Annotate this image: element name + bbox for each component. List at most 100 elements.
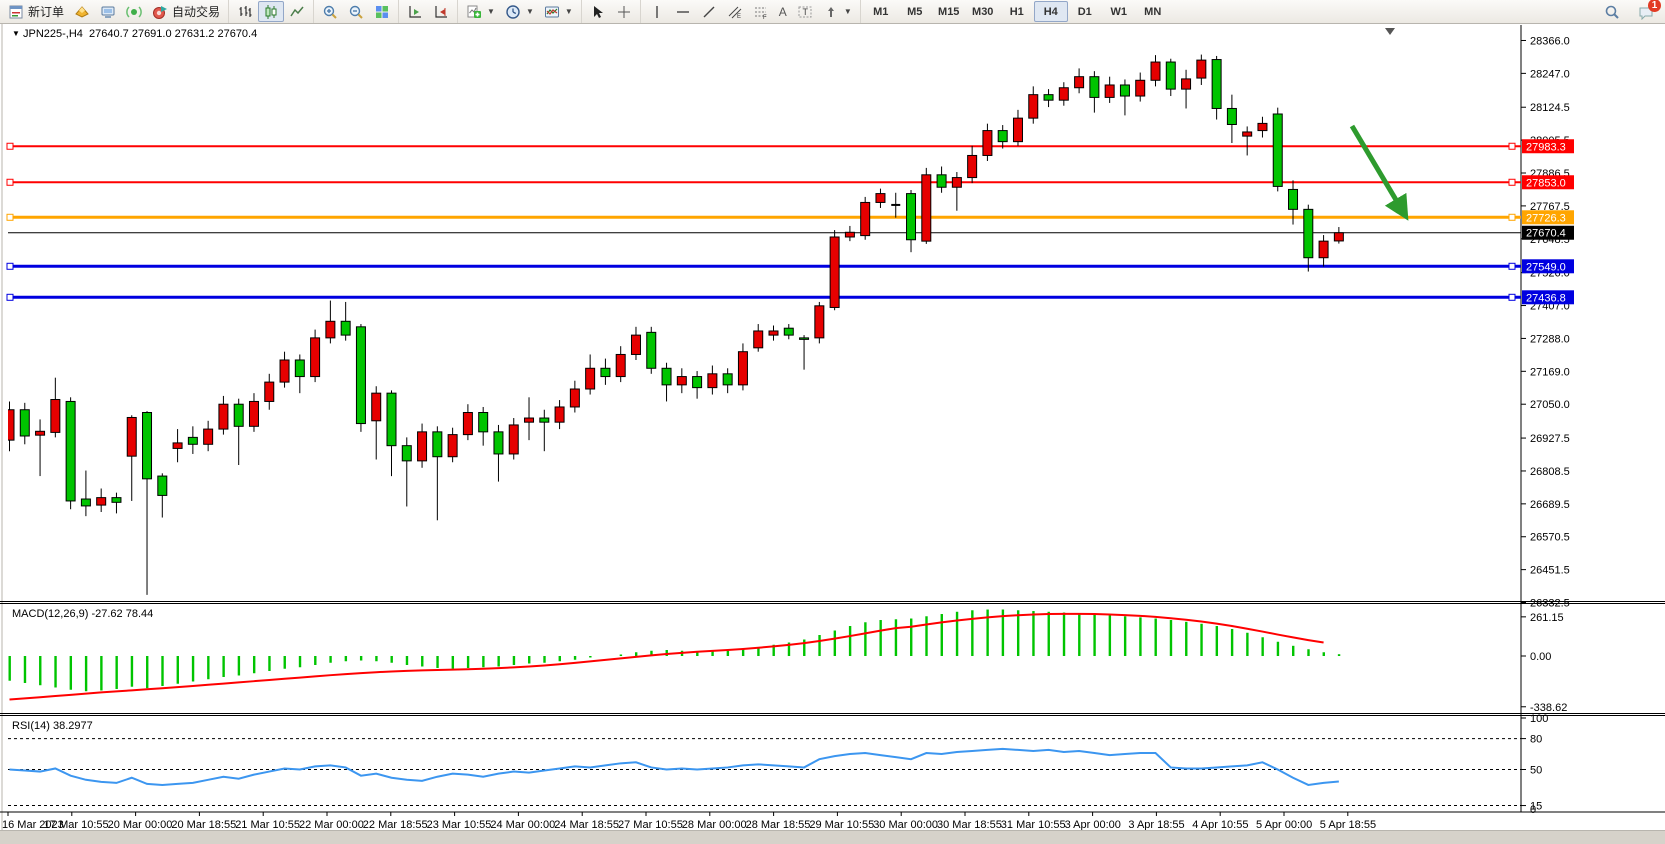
svg-text:50: 50 — [1530, 765, 1542, 777]
toolbar-group-objects: E F A T ▼ — [640, 0, 860, 23]
line-price-label: 27726.3 — [1522, 210, 1574, 224]
line-price-label: 27853.0 — [1522, 175, 1574, 189]
chart-shift-icon — [433, 4, 449, 20]
arrows-dropdown[interactable]: ▼ — [818, 1, 857, 22]
current-price-label: 27670.4 — [1522, 226, 1574, 240]
mt4-window: 新订单 自动交易 — [0, 0, 1665, 844]
window-bottom-strip — [0, 830, 1665, 844]
fibonacci-icon: F — [753, 4, 769, 20]
svg-text:26927.5: 26927.5 — [1530, 433, 1570, 445]
candlestick-icon — [263, 4, 279, 20]
zoom-out-button[interactable] — [343, 1, 369, 22]
timeframe-m1-button[interactable]: M1 — [864, 1, 898, 22]
notification-badge: 1 — [1648, 0, 1661, 12]
arrows-tool-icon — [823, 4, 839, 20]
chat-bubble-icon: 1 — [1638, 4, 1654, 20]
toolbar-group-chart-type — [228, 0, 313, 23]
timeframe-h4-button[interactable]: H4 — [1034, 1, 1068, 22]
svg-text:27436.8: 27436.8 — [1526, 292, 1566, 304]
svg-text:27050.0: 27050.0 — [1530, 399, 1570, 411]
svg-text:261.15: 261.15 — [1530, 612, 1564, 624]
fibonacci-button[interactable]: F — [748, 1, 774, 22]
svg-text:F: F — [763, 15, 767, 20]
search-icon — [1604, 4, 1620, 20]
new-order-label: 新订单 — [28, 3, 64, 20]
auto-trading-button[interactable]: 自动交易 — [147, 1, 225, 22]
auto-scroll-button[interactable] — [402, 1, 428, 22]
timeframe-mn-button[interactable]: MN — [1136, 1, 1170, 22]
svg-text:27726.3: 27726.3 — [1526, 212, 1566, 224]
timeframe-m5-button[interactable]: M5 — [898, 1, 932, 22]
chevron-down-icon: ▼ — [526, 7, 534, 16]
text-label-icon: T — [797, 4, 813, 20]
collapse-arrow-icon[interactable]: ▼ — [12, 29, 20, 38]
horizontal-line-button[interactable] — [670, 1, 696, 22]
trendline-button[interactable] — [696, 1, 722, 22]
svg-text:28366.0: 28366.0 — [1530, 35, 1570, 47]
add-indicator-icon — [466, 4, 482, 20]
svg-text:100: 100 — [1530, 713, 1548, 725]
text-tool-button[interactable]: A — [774, 1, 792, 22]
template-icon — [544, 4, 560, 20]
indicators-dropdown[interactable]: ▼ — [461, 1, 500, 22]
svg-text:27670.4: 27670.4 — [1526, 228, 1566, 240]
svg-text:T: T — [802, 7, 808, 17]
svg-text:28124.5: 28124.5 — [1530, 102, 1570, 114]
macd-indicator-label: MACD(12,26,9) -27.62 78.44 — [12, 608, 153, 620]
bar-chart-icon — [237, 4, 253, 20]
svg-text:27853.0: 27853.0 — [1526, 177, 1566, 189]
cursor-arrow-icon — [590, 4, 606, 20]
bar-chart-button[interactable] — [232, 1, 258, 22]
zoom-out-icon — [348, 4, 364, 20]
chart-canvas: 28366.028247.028124.528005.527886.527767… — [0, 24, 1665, 844]
line-price-label: 27983.3 — [1522, 139, 1574, 153]
signal-icon — [126, 4, 142, 20]
chart-shift-button[interactable] — [428, 1, 454, 22]
svg-text:-338.62: -338.62 — [1530, 702, 1567, 714]
notifications-button[interactable]: 1 — [1633, 1, 1659, 22]
crosshair-icon — [616, 4, 632, 20]
cursor-button[interactable] — [585, 1, 611, 22]
chart-area[interactable]: 28366.028247.028124.528005.527886.527767… — [0, 24, 1665, 844]
toolbar-right: 1 — [1599, 1, 1665, 22]
crosshair-button[interactable] — [611, 1, 637, 22]
auto-trading-label: 自动交易 — [172, 3, 220, 20]
vertical-line-button[interactable] — [644, 1, 670, 22]
gold-button[interactable] — [69, 1, 95, 22]
svg-text:26689.5: 26689.5 — [1530, 499, 1570, 511]
timeframe-w1-button[interactable]: W1 — [1102, 1, 1136, 22]
symbol-ohlc-text: JPN225-,H4 27640.7 27691.0 27631.2 27670… — [23, 28, 257, 40]
timeframe-h1-button[interactable]: H1 — [1000, 1, 1034, 22]
auto-scroll-icon — [407, 4, 423, 20]
timeframe-d1-button[interactable]: D1 — [1068, 1, 1102, 22]
svg-text:26570.5: 26570.5 — [1530, 532, 1570, 544]
svg-text:27288.0: 27288.0 — [1530, 333, 1570, 345]
timeframe-m15-button[interactable]: M15 — [932, 1, 966, 22]
signal-button[interactable] — [121, 1, 147, 22]
terminal-button[interactable] — [95, 1, 121, 22]
search-button[interactable] — [1599, 1, 1625, 22]
equidistant-channel-button[interactable]: E — [722, 1, 748, 22]
candlestick-chart-button[interactable] — [258, 1, 284, 22]
trendline-icon — [701, 4, 717, 20]
line-chart-button[interactable] — [284, 1, 310, 22]
zoom-in-button[interactable] — [317, 1, 343, 22]
chevron-down-icon: ▼ — [844, 7, 852, 16]
svg-text:27169.0: 27169.0 — [1530, 366, 1570, 378]
svg-text:0: 0 — [1530, 804, 1536, 816]
new-order-button[interactable]: 新订单 — [3, 1, 69, 22]
timeframe-m30-button[interactable]: M30 — [966, 1, 1000, 22]
text-label-button[interactable]: T — [792, 1, 818, 22]
toolbar: 新订单 自动交易 — [0, 0, 1665, 24]
gold-ingot-icon — [74, 4, 90, 20]
svg-text:E: E — [737, 14, 741, 20]
toolbar-group-scroll — [398, 0, 457, 23]
vertical-line-icon — [649, 4, 665, 20]
text-tool-icon: A — [779, 5, 787, 19]
periods-dropdown[interactable]: ▼ — [500, 1, 539, 22]
auto-trading-icon — [152, 4, 168, 20]
svg-text:26808.5: 26808.5 — [1530, 466, 1570, 478]
terminal-icon — [100, 4, 116, 20]
tile-windows-button[interactable] — [369, 1, 395, 22]
templates-dropdown[interactable]: ▼ — [539, 1, 578, 22]
